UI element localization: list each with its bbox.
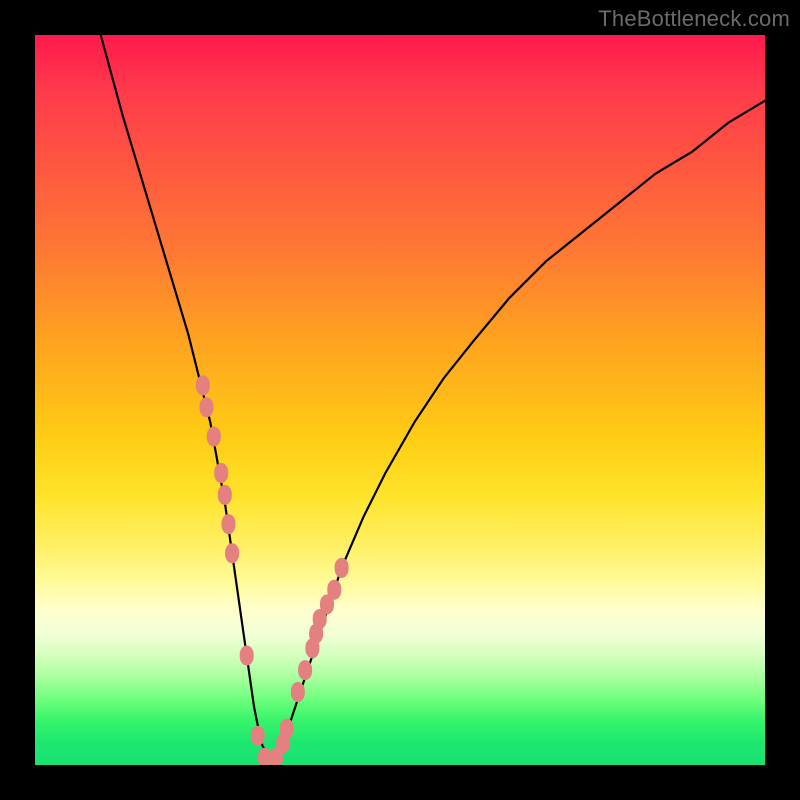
- marker-point: [291, 682, 305, 702]
- marker-point: [207, 427, 221, 447]
- marker-point: [225, 543, 239, 563]
- curve-line: [101, 35, 765, 758]
- marker-point: [280, 719, 294, 739]
- marker-point: [222, 514, 236, 534]
- marker-point: [298, 660, 312, 680]
- marker-point: [327, 580, 341, 600]
- watermark-text: TheBottleneck.com: [598, 6, 790, 32]
- marker-point: [240, 646, 254, 666]
- scatter-markers: [196, 375, 349, 765]
- marker-point: [196, 375, 210, 395]
- chart-frame: TheBottleneck.com: [0, 0, 800, 800]
- marker-point: [335, 558, 349, 578]
- chart-svg: [35, 35, 765, 765]
- plot-area: [35, 35, 765, 765]
- marker-point: [251, 726, 265, 746]
- marker-point: [218, 485, 232, 505]
- marker-point: [200, 397, 214, 417]
- marker-point: [214, 463, 228, 483]
